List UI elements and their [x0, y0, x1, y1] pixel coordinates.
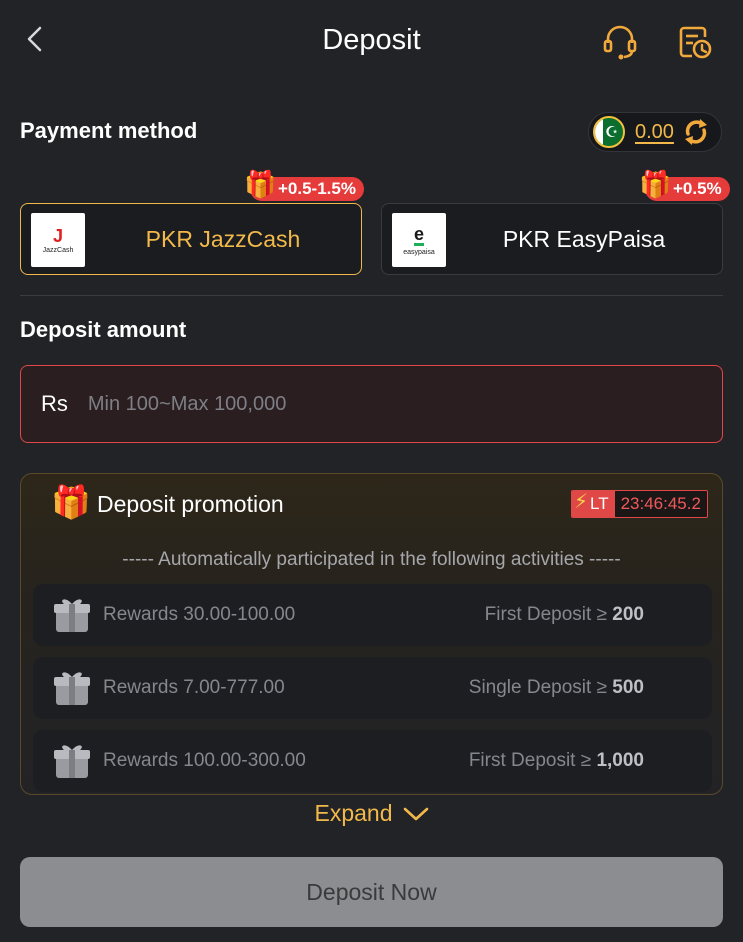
bonus-badge: 🎁 +0.5%	[639, 171, 730, 201]
chevron-left-icon	[27, 26, 42, 52]
payment-method-title: Payment method	[20, 118, 198, 143]
limited-time-badge: ⚡ LT 23:46:45.2	[571, 490, 708, 518]
deposit-records-button[interactable]	[675, 22, 715, 62]
gift-icon	[54, 745, 90, 778]
balance-value[interactable]: 0.00	[635, 121, 674, 144]
gift-icon: 🎁	[639, 169, 672, 199]
expand-button[interactable]: Expand	[0, 800, 743, 827]
header: Deposit	[0, 0, 743, 86]
customer-support-button[interactable]	[600, 22, 640, 62]
bonus-badge: 🎁 +0.5-1.5%	[244, 171, 364, 201]
payment-option-label: PKR EasyPaisa	[502, 226, 666, 252]
back-button[interactable]	[18, 22, 52, 56]
amount-input[interactable]	[87, 392, 648, 416]
countdown-timer: 23:46:45.2	[614, 491, 707, 517]
chevron-down-icon	[403, 807, 428, 820]
deposit-now-button[interactable]: Deposit Now	[20, 857, 723, 927]
reward-row: Rewards 7.00-777.00 Single Deposit ≥ 500	[33, 657, 712, 719]
divider	[20, 295, 723, 296]
easypaisa-logo: e easypaisa	[392, 213, 446, 267]
records-clock-icon	[679, 26, 712, 59]
refresh-icon	[684, 119, 707, 145]
promotion-title: Deposit promotion	[97, 491, 284, 517]
gift-icon: 🎁	[51, 484, 91, 520]
reward-row: Rewards 100.00-300.00 First Deposit ≥ 1,…	[33, 730, 712, 792]
lightning-icon: ⚡	[574, 491, 589, 513]
promotion-subtitle: ----- Automatically participated in the …	[122, 549, 621, 570]
gift-icon: 🎁	[244, 169, 277, 199]
refresh-balance-button[interactable]	[682, 118, 710, 146]
reward-row: Rewards 30.00-100.00 First Deposit ≥ 200	[33, 584, 712, 646]
gift-icon	[54, 672, 90, 705]
amount-field[interactable]: Rs	[20, 365, 723, 443]
payment-option-jazzcash[interactable]: J JazzCash PKR JazzCash	[20, 203, 362, 275]
headset-icon	[603, 25, 637, 60]
gift-icon	[54, 599, 90, 632]
payment-option-easypaisa[interactable]: e easypaisa PKR EasyPaisa	[381, 203, 723, 275]
currency-label: Rs	[41, 391, 68, 416]
jazzcash-logo: J JazzCash	[31, 213, 85, 267]
balance-display: ☪ 0.00	[588, 112, 722, 152]
pakistan-flag-icon: ☪	[593, 116, 625, 148]
deposit-amount-title: Deposit amount	[20, 317, 187, 342]
deposit-promotion-panel: 🎁 Deposit promotion ⚡ LT 23:46:45.2 ----…	[20, 473, 723, 795]
payment-option-label: PKR JazzCash	[145, 226, 301, 252]
